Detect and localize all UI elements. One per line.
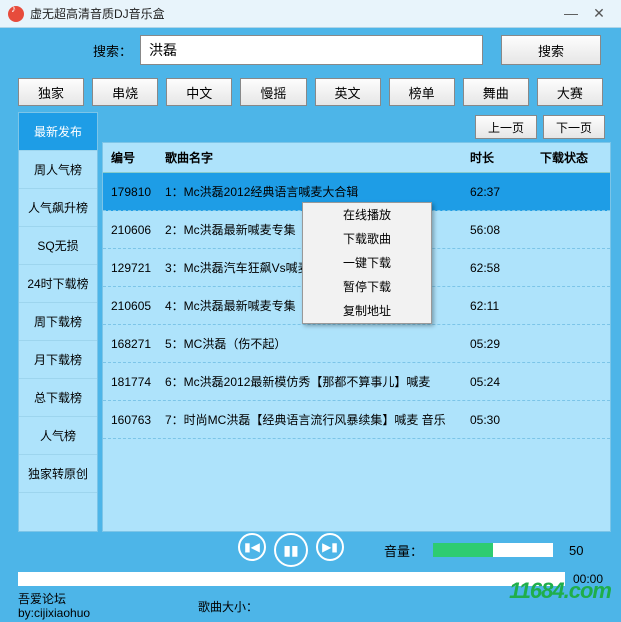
volume-slider[interactable]: [433, 543, 553, 557]
cell-id: 210605: [103, 299, 165, 313]
app-logo-icon: [8, 6, 24, 22]
context-menu-item[interactable]: 一键下载: [303, 251, 431, 275]
cell-name: 7：时尚MC洪磊【经典语言流行风暴续集】喊麦 音乐: [165, 411, 470, 428]
search-input[interactable]: [140, 35, 483, 65]
playback-buttons: ▮◀ ▮▮ ▶▮: [238, 533, 344, 567]
pause-icon[interactable]: ▮▮: [274, 533, 308, 567]
sidebar-item[interactable]: 24时下载榜: [19, 265, 97, 303]
category-button[interactable]: 慢摇: [240, 78, 306, 106]
cell-duration: 62:58: [470, 261, 540, 275]
category-button[interactable]: 中文: [166, 78, 232, 106]
header-duration: 时长: [470, 149, 540, 166]
song-table: 编号 歌曲名字 时长 下载状态 179810 1：Mc洪磊2012经典语言喊麦大…: [102, 142, 611, 532]
cell-id: 129721: [103, 261, 165, 275]
header-status: 下载状态: [540, 149, 610, 166]
table-row[interactable]: 181774 6：Mc洪磊2012最新模仿秀【那都不算事儿】喊麦 05:24: [103, 363, 610, 401]
cell-id: 160763: [103, 413, 165, 427]
sidebar-item[interactable]: 月下载榜: [19, 341, 97, 379]
category-row: 独家 串烧 中文 慢摇 英文 榜单 舞曲 大赛: [0, 72, 621, 112]
category-button[interactable]: 榜单: [389, 78, 455, 106]
cell-name: 5：MC洪磊（伤不起）: [165, 335, 470, 352]
cell-id: 210606: [103, 223, 165, 237]
context-menu-item[interactable]: 复制地址: [303, 299, 431, 323]
cell-duration: 05:24: [470, 375, 540, 389]
cell-duration: 56:08: [470, 223, 540, 237]
next-page-button[interactable]: 下一页: [543, 115, 605, 139]
cell-duration: 05:30: [470, 413, 540, 427]
category-button[interactable]: 大赛: [537, 78, 603, 106]
table-row[interactable]: 160763 7：时尚MC洪磊【经典语言流行风暴续集】喊麦 音乐 05:30: [103, 401, 610, 439]
volume-fill: [433, 543, 493, 557]
prev-page-button[interactable]: 上一页: [475, 115, 537, 139]
sidebar-item[interactable]: 人气榜: [19, 417, 97, 455]
cell-id: 179810: [103, 185, 165, 199]
cell-duration: 62:11: [470, 299, 540, 313]
pager: 上一页 下一页: [102, 112, 611, 142]
sidebar-item[interactable]: 周下载榜: [19, 303, 97, 341]
sidebar-item[interactable]: 总下载榜: [19, 379, 97, 417]
titlebar: 虚无超高清音质DJ音乐盒 — ✕: [0, 0, 621, 28]
sidebar: 最新发布 周人气榜 人气飙升榜 SQ无损 24时下载榜 周下载榜 月下载榜 总下…: [18, 112, 98, 532]
volume-value: 50: [569, 543, 583, 558]
player-controls: ▮◀ ▮▮ ▶▮ 音量： 50: [0, 532, 621, 568]
context-menu-item[interactable]: 暂停下载: [303, 275, 431, 299]
cell-id: 181774: [103, 375, 165, 389]
context-menu: 在线播放 下载歌曲 一键下载 暂停下载 复制地址: [302, 202, 432, 324]
window-title: 虚无超高清音质DJ音乐盒: [30, 5, 557, 22]
header-name: 歌曲名字: [165, 149, 470, 166]
volume-label: 音量：: [384, 541, 423, 560]
category-button[interactable]: 英文: [315, 78, 381, 106]
cell-name: 1：Mc洪磊2012经典语言喊麦大合辑: [165, 183, 470, 200]
category-button[interactable]: 舞曲: [463, 78, 529, 106]
context-menu-item[interactable]: 在线播放: [303, 203, 431, 227]
table-header: 编号 歌曲名字 时长 下载状态: [103, 143, 610, 173]
prev-track-icon[interactable]: ▮◀: [238, 533, 266, 561]
header-id: 编号: [103, 149, 165, 166]
cell-duration: 62:37: [470, 185, 540, 199]
search-row: 搜索： 搜索: [0, 28, 621, 72]
minimize-button[interactable]: —: [557, 4, 585, 24]
watermark: 11684.com: [509, 578, 611, 604]
credits: 吾爱论坛 by:cijixiaohuo: [18, 592, 158, 620]
cell-name: 6：Mc洪磊2012最新模仿秀【那都不算事儿】喊麦: [165, 373, 470, 390]
sidebar-item[interactable]: 独家转原创: [19, 455, 97, 493]
category-button[interactable]: 独家: [18, 78, 84, 106]
search-button[interactable]: 搜索: [501, 35, 601, 65]
cell-duration: 05:29: [470, 337, 540, 351]
next-track-icon[interactable]: ▶▮: [316, 533, 344, 561]
sidebar-item[interactable]: 最新发布: [19, 113, 97, 151]
category-button[interactable]: 串烧: [92, 78, 158, 106]
forum-label: 吾爱论坛: [18, 592, 158, 606]
search-label: 搜索：: [20, 41, 140, 60]
author-label: by:cijixiaohuo: [18, 606, 158, 620]
close-button[interactable]: ✕: [585, 4, 613, 24]
cell-id: 168271: [103, 337, 165, 351]
sidebar-item[interactable]: SQ无损: [19, 227, 97, 265]
song-size-label: 歌曲大小：: [198, 598, 258, 615]
progress-bar[interactable]: [18, 572, 565, 586]
sidebar-item[interactable]: 周人气榜: [19, 151, 97, 189]
context-menu-item[interactable]: 下载歌曲: [303, 227, 431, 251]
sidebar-item[interactable]: 人气飙升榜: [19, 189, 97, 227]
table-row[interactable]: 168271 5：MC洪磊（伤不起） 05:29: [103, 325, 610, 363]
